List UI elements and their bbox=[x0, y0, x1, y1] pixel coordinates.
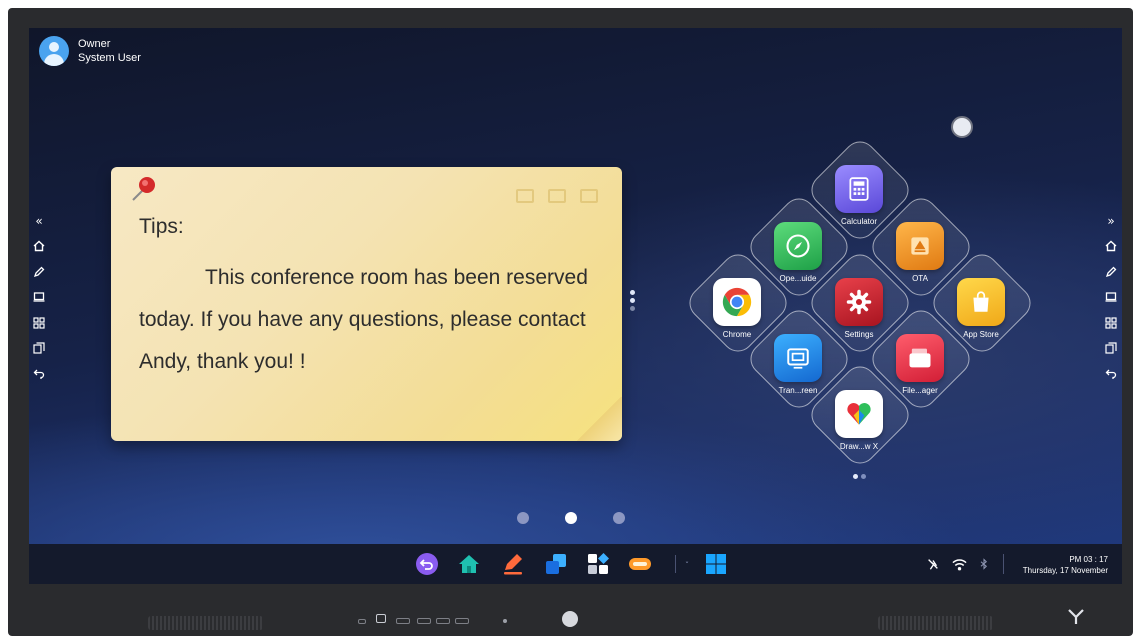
gear-icon bbox=[835, 278, 883, 326]
toolbox-icon[interactable] bbox=[628, 552, 652, 576]
home-icon[interactable] bbox=[30, 234, 48, 260]
dock-divider bbox=[675, 555, 676, 573]
hw-button[interactable] bbox=[396, 618, 410, 624]
hw-button[interactable] bbox=[417, 618, 431, 624]
user-role: System User bbox=[78, 52, 141, 64]
screen-icon[interactable] bbox=[1102, 285, 1120, 311]
page-dot[interactable] bbox=[517, 512, 529, 524]
hw-input-button[interactable] bbox=[376, 614, 386, 623]
keyboard-icon[interactable] bbox=[548, 189, 566, 203]
pushpin-icon bbox=[132, 177, 155, 201]
app-label: Draw...w X bbox=[839, 442, 879, 451]
app-grid-page-dot bbox=[853, 474, 858, 479]
note-body: This conference room has been reserved t… bbox=[139, 266, 588, 373]
widget-page-indicator bbox=[630, 290, 635, 311]
page-dot[interactable] bbox=[613, 512, 625, 524]
sticky-note-widget[interactable]: Tips: This conference room has been rese… bbox=[111, 167, 622, 441]
hw-button[interactable] bbox=[455, 618, 469, 624]
hw-usb-port bbox=[358, 619, 366, 624]
home-icon[interactable] bbox=[1102, 234, 1120, 260]
app-label: Chrome bbox=[722, 330, 752, 339]
qr-code-icon[interactable] bbox=[516, 189, 534, 203]
compass-icon bbox=[774, 222, 822, 270]
draw-icon bbox=[835, 390, 883, 438]
right-side-toolbar: » bbox=[1102, 208, 1120, 387]
file-manager-icon bbox=[896, 334, 944, 382]
home-icon[interactable] bbox=[457, 552, 481, 576]
app-grid-page-dot bbox=[861, 474, 866, 479]
app-draw[interactable]: Draw...w X bbox=[809, 390, 909, 470]
hw-button[interactable] bbox=[436, 618, 450, 624]
bluetooth-icon[interactable] bbox=[976, 556, 992, 572]
calculator-icon bbox=[835, 165, 883, 213]
chevron-down-icon[interactable]: ˇ bbox=[679, 557, 695, 573]
collapse-icon[interactable]: « bbox=[30, 208, 48, 234]
brand-logo-icon bbox=[1068, 609, 1084, 624]
window-icon[interactable] bbox=[544, 552, 568, 576]
clock[interactable]: PM 03 : 17 Thursday, 17 November bbox=[1023, 554, 1108, 576]
clock-date: Thursday, 17 November bbox=[1022, 566, 1108, 575]
app-label: OTA bbox=[912, 274, 928, 283]
clock-time: PM 03 : 17 bbox=[1069, 555, 1108, 564]
pen-icon[interactable] bbox=[1102, 259, 1120, 285]
screen-icon[interactable] bbox=[30, 285, 48, 311]
note-toolbar bbox=[516, 189, 598, 203]
back-icon[interactable] bbox=[30, 361, 48, 387]
wifi-icon[interactable] bbox=[951, 556, 967, 572]
note-title: Tips: bbox=[139, 215, 184, 238]
left-side-toolbar: « bbox=[30, 208, 48, 387]
avatar[interactable] bbox=[39, 36, 69, 66]
ir-sensor bbox=[503, 619, 507, 623]
annotate-icon[interactable] bbox=[501, 552, 525, 576]
page-dot-active[interactable] bbox=[565, 512, 577, 524]
back-icon[interactable] bbox=[1102, 361, 1120, 387]
floating-ball[interactable] bbox=[951, 116, 973, 138]
windows-icon[interactable] bbox=[1102, 336, 1120, 362]
edit-icon[interactable] bbox=[580, 189, 598, 203]
home-screen: Owner System User « » Tips: This confere… bbox=[29, 28, 1122, 584]
user-name: Owner bbox=[78, 38, 111, 50]
power-button[interactable] bbox=[562, 611, 578, 627]
back-icon[interactable] bbox=[415, 552, 439, 576]
app-store-icon bbox=[957, 278, 1005, 326]
apps-icon[interactable] bbox=[586, 552, 610, 576]
apps-icon[interactable] bbox=[30, 310, 48, 336]
user-profile[interactable]: Owner System User bbox=[39, 36, 141, 66]
chrome-icon bbox=[713, 278, 761, 326]
network-disconnected-icon[interactable] bbox=[925, 556, 941, 572]
tray-divider bbox=[1003, 554, 1004, 574]
windows-icon[interactable] bbox=[30, 336, 48, 362]
collapse-icon[interactable]: » bbox=[1102, 208, 1120, 234]
speaker-grille bbox=[148, 616, 263, 630]
transcreen-icon bbox=[774, 334, 822, 382]
page-curl bbox=[576, 397, 622, 441]
taskbar: ˇ PM 03 : 17 Thursday, 17 November bbox=[29, 544, 1122, 584]
pen-icon[interactable] bbox=[30, 259, 48, 285]
apps-icon[interactable] bbox=[1102, 310, 1120, 336]
windows-logo-icon[interactable] bbox=[704, 552, 728, 576]
front-panel bbox=[8, 596, 1133, 636]
speaker-grille bbox=[878, 616, 993, 630]
ota-icon bbox=[896, 222, 944, 270]
